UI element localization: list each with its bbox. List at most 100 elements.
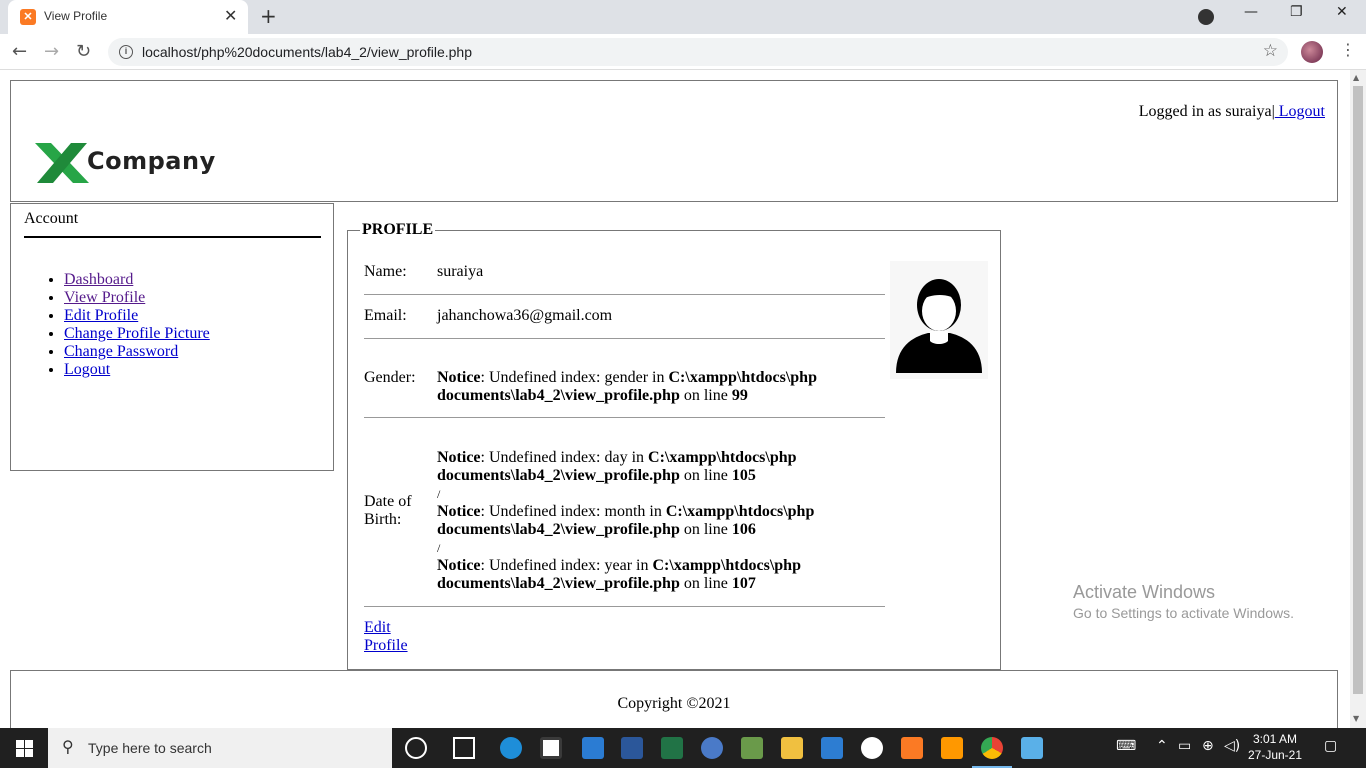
sidebar-item-change-password: Change Password (64, 343, 210, 361)
notice-path: C:\xampp\htdocs\php (652, 557, 801, 574)
browser-toolbar: ← → ↻ i localhost/php%20documents/lab4_2… (0, 34, 1366, 70)
dob-label-line2: Birth: (364, 511, 402, 528)
notice-on-line: on line (679, 387, 732, 404)
change-picture-link[interactable]: Change Profile Picture (64, 325, 210, 342)
sidebar-title: Account (24, 210, 79, 227)
notice-on-line: on line (679, 575, 732, 592)
row-divider (364, 338, 885, 339)
date-separator: / (437, 487, 441, 501)
date-separator: / (437, 541, 441, 555)
clock-date: 27-Jun-21 (1247, 748, 1303, 762)
back-button[interactable]: ← (12, 41, 27, 62)
windows-logo-icon (16, 740, 24, 748)
change-password-link[interactable]: Change Password (64, 343, 178, 360)
page-scrollbar[interactable]: ▲ ▼ (1350, 70, 1366, 728)
clock-time: 3:01 AM (1252, 732, 1298, 746)
sidebar-item-view-profile: View Profile (64, 289, 210, 307)
sublime-icon[interactable] (941, 737, 963, 759)
control-panel-icon[interactable] (1021, 737, 1043, 759)
row-divider (364, 294, 885, 295)
dob-label-line1: Date of (364, 493, 412, 510)
minimize-button[interactable]: — (1244, 4, 1258, 20)
edit-profile-button[interactable]: Edit Profile (364, 619, 408, 655)
wps-icon[interactable] (821, 737, 843, 759)
search-icon: ⚲ (62, 737, 74, 756)
notice-text: : Undefined index: gender in (480, 369, 669, 386)
notice-on-line: on line (679, 521, 732, 538)
forward-button[interactable]: → (44, 41, 59, 62)
notice-text: : Undefined index: day in (480, 449, 649, 466)
sidebar-item-change-picture: Change Profile Picture (64, 325, 210, 343)
sidebar-menu: Dashboard View Profile Edit Profile Chan… (64, 271, 210, 379)
watermark-line1: Activate Windows (1073, 582, 1216, 602)
sidebar-logout-link[interactable]: Logout (64, 361, 110, 378)
notice-line-number: 99 (731, 387, 748, 404)
taskbar-search-input[interactable]: ⚲ Type here to search (48, 728, 392, 768)
reload-button[interactable]: ↻ (76, 41, 91, 62)
start-button[interactable] (0, 728, 48, 768)
chrome-icon[interactable] (981, 737, 1003, 759)
cortana-icon[interactable] (405, 737, 427, 759)
notice-path: documents\lab4_2\view_profile.php (437, 521, 680, 538)
battery-icon[interactable]: ▭ (1178, 738, 1191, 754)
word-icon[interactable] (621, 737, 643, 759)
notice-on-line: on line (679, 467, 732, 484)
watermark-line2: Go to Settings to activate Windows. (1073, 605, 1294, 621)
scroll-up-icon[interactable]: ▲ (1353, 73, 1359, 82)
notice-label: Notice (437, 557, 481, 574)
close-window-button[interactable]: ✕ (1336, 4, 1348, 20)
store-icon[interactable] (540, 737, 562, 759)
bookmark-star-icon[interactable]: ☆ (1263, 41, 1278, 61)
notice-path: documents\lab4_2\view_profile.php (437, 467, 680, 484)
email-label: Email: (364, 307, 407, 324)
gender-value: Notice: Undefined index: gender in C:\xa… (437, 369, 817, 405)
task-view-icon[interactable] (453, 737, 475, 759)
notice-path: documents\lab4_2\view_profile.php (437, 575, 680, 592)
header-logout-link[interactable]: Logout (1275, 103, 1325, 120)
excel-icon[interactable] (661, 737, 683, 759)
file-explorer-icon[interactable] (781, 737, 803, 759)
notice-label: Notice (437, 503, 481, 520)
gender-label: Gender: (364, 369, 416, 386)
view-profile-link[interactable]: View Profile (64, 289, 145, 306)
user-silhouette-icon (896, 279, 982, 373)
notice-path: C:\xampp\htdocs\php (648, 449, 797, 466)
edge-icon[interactable] (500, 737, 522, 759)
restore-button[interactable]: ❐ (1290, 4, 1303, 20)
windows-activation-watermark: Activate Windows Go to Settings to activ… (1073, 582, 1294, 621)
xampp-icon[interactable] (901, 737, 923, 759)
url-text[interactable]: localhost/php%20documents/lab4_2/view_pr… (142, 44, 472, 60)
browser-tab[interactable]: ✕ View Profile ✕ (8, 0, 248, 34)
browser-tab-strip: ✕ View Profile ✕ + — ❐ ✕ (0, 0, 1366, 34)
new-tab-button[interactable]: + (260, 4, 277, 28)
notice-label: Notice (437, 369, 481, 386)
settings-icon[interactable] (861, 737, 883, 759)
tab-close-icon[interactable]: ✕ (224, 6, 237, 25)
notification-icon[interactable]: ▢ (1324, 738, 1337, 754)
site-info-icon[interactable]: i (119, 45, 133, 59)
chart-app-icon[interactable] (741, 737, 763, 759)
user-avatar[interactable] (1301, 41, 1323, 63)
network-icon[interactable]: ⊕ (1202, 738, 1214, 754)
taskbar-clock[interactable]: 3:01 AM 27-Jun-21 (1246, 731, 1304, 763)
keyboard-icon[interactable]: ⌨ (1116, 738, 1136, 754)
scrollbar-thumb[interactable] (1353, 86, 1363, 694)
browser-profile-menu-icon[interactable] (1198, 9, 1214, 25)
mail-icon[interactable] (582, 737, 604, 759)
app-icon[interactable] (701, 737, 723, 759)
profile-legend: PROFILE (360, 221, 436, 239)
profile-picture (890, 261, 988, 379)
tab-title: View Profile (44, 9, 108, 23)
page-header: Company Logged in as suraiya| Logout (10, 80, 1338, 202)
browser-menu-icon[interactable]: ⋮ (1340, 40, 1356, 59)
edit-profile-link[interactable]: Edit Profile (64, 307, 138, 324)
dashboard-link[interactable]: Dashboard (64, 271, 133, 288)
notice-path: documents\lab4_2\view_profile.php (437, 387, 680, 404)
notice-text: : Undefined index: month in (480, 503, 666, 520)
notice-path: C:\xampp\htdocs\php (668, 369, 817, 386)
address-bar[interactable]: i localhost/php%20documents/lab4_2/view_… (108, 38, 1288, 66)
sidebar-item-edit-profile: Edit Profile (64, 307, 210, 325)
volume-icon[interactable]: ◁) (1224, 738, 1240, 754)
tray-chevron-icon[interactable]: ⌃ (1156, 738, 1168, 754)
scroll-down-icon[interactable]: ▼ (1353, 714, 1359, 723)
